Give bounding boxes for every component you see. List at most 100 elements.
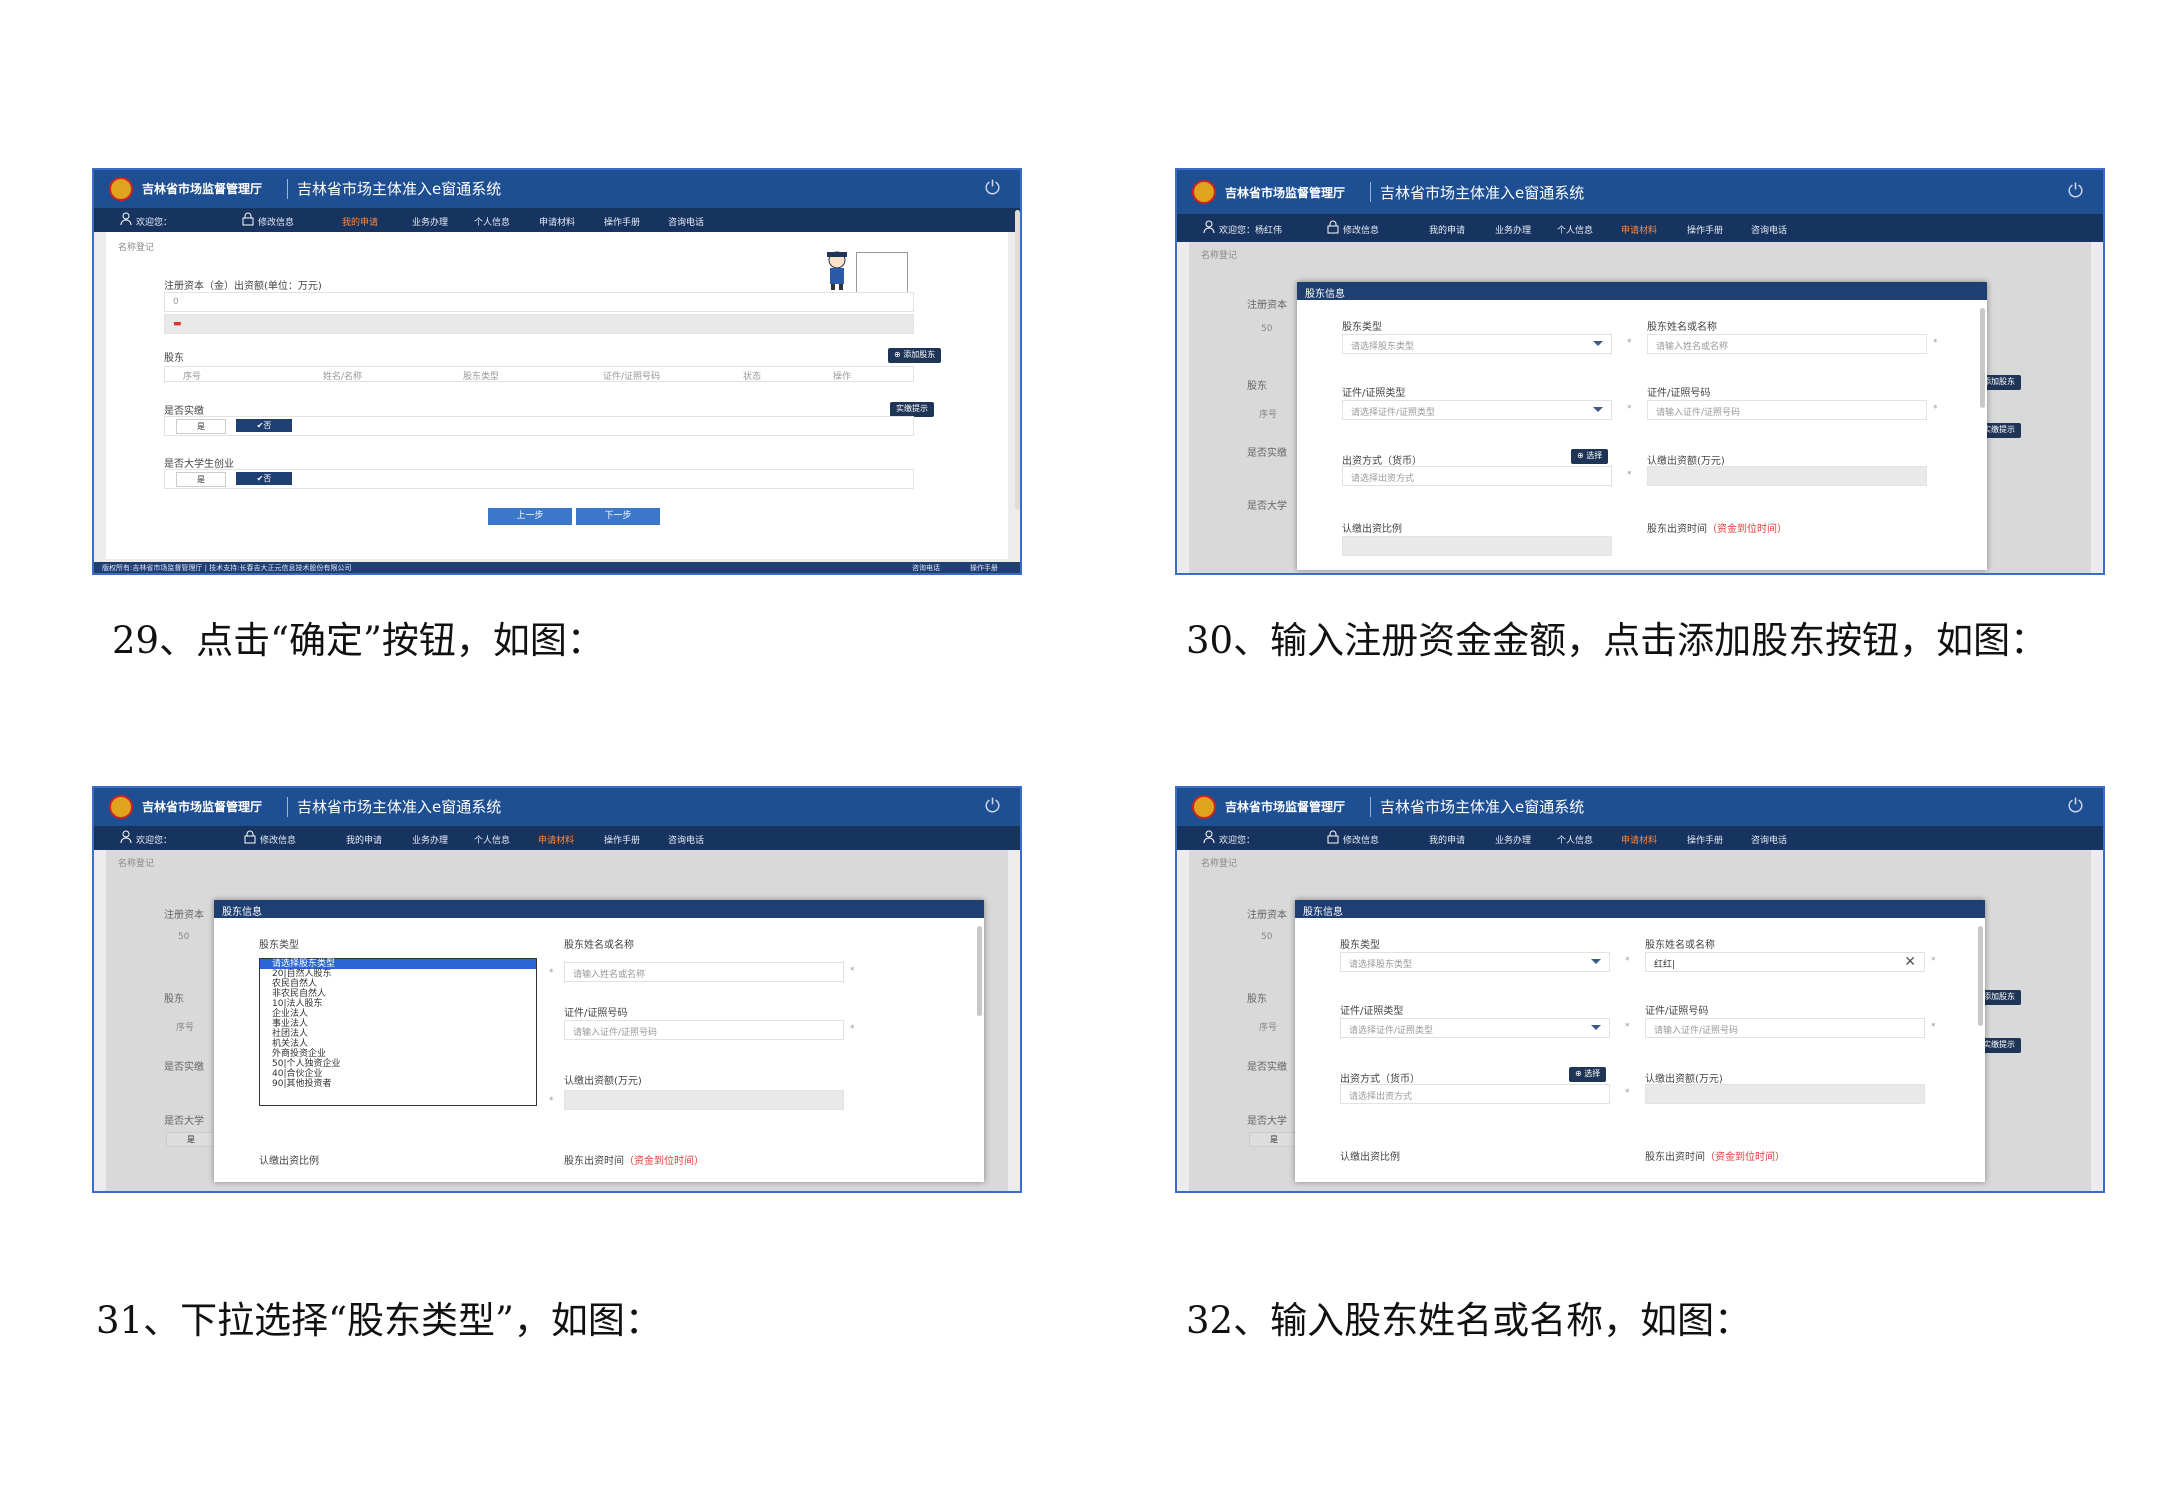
choose-button[interactable]: ⊕ 选择	[1569, 1067, 1607, 1082]
section-title: 名称登记	[118, 859, 155, 869]
nav-business[interactable]: 业务办理	[412, 215, 448, 228]
certificate-icon	[856, 252, 908, 296]
name-input[interactable]: 请输入姓名或名称	[1647, 334, 1927, 354]
name-input[interactable]: 请输入姓名或名称	[564, 962, 844, 982]
footer-consult[interactable]: 咨询电话	[912, 563, 940, 573]
cert-type-select[interactable]: 请选择证件/证照类型	[1340, 1018, 1610, 1038]
cert-no-input[interactable]: 请输入证件/证照号码	[564, 1020, 844, 1040]
type-option[interactable]: 请选择股东类型	[260, 959, 536, 969]
capital-label: 注册资本	[1247, 910, 1287, 921]
paid-hint-button[interactable]: 实缴提示	[890, 402, 934, 417]
system-title: 吉林省市场主体准入e窗通系统	[297, 798, 502, 816]
add-shareholder-button[interactable]: ⊕ 添加股东	[888, 348, 942, 363]
nav-consult[interactable]: 咨询电话	[1751, 223, 1787, 236]
clear-icon[interactable]: ✕	[1904, 954, 1916, 970]
nav-consult[interactable]: 咨询电话	[1751, 833, 1787, 846]
student-yes-radio[interactable]: 是	[1249, 1132, 1299, 1147]
type-option[interactable]: 农民自然人	[260, 979, 536, 989]
type-select[interactable]: 请选择股东类型	[1342, 334, 1612, 354]
org-name: 吉林省市场监督管理厅	[142, 182, 263, 196]
name-input[interactable]: 红红| ✕	[1645, 952, 1925, 972]
method-label: 出资方式（货币）	[1340, 1074, 1420, 1085]
type-option[interactable]: 50|个人独资企业	[260, 1059, 536, 1069]
choose-button[interactable]: ⊕ 选择	[1571, 449, 1609, 464]
paid-no-radio[interactable]: ✔否	[236, 419, 292, 432]
nav-business[interactable]: 业务办理	[412, 833, 448, 846]
shareholder-label: 股东	[164, 353, 184, 364]
type-option[interactable]: 外商投资企业	[260, 1049, 536, 1059]
nav-manual[interactable]: 操作手册	[1687, 223, 1723, 236]
nav-materials[interactable]: 申请材料	[1621, 833, 1657, 846]
student-no-radio[interactable]: ✔否	[236, 472, 292, 485]
nav-consult[interactable]: 咨询电话	[668, 833, 704, 846]
nav-edit-info[interactable]: 修改信息	[1343, 833, 1379, 846]
nav-personal[interactable]: 个人信息	[474, 833, 510, 846]
next-step-button[interactable]: 下一步	[576, 508, 660, 525]
col-seq: 序号	[176, 1023, 195, 1033]
power-icon[interactable]: ⏻	[985, 795, 1000, 817]
app-header: 吉林省市场监督管理厅 吉林省市场主体准入e窗通系统 ⏻	[1177, 788, 2103, 826]
power-icon[interactable]: ⏻	[2068, 180, 2083, 202]
prev-step-button[interactable]: 上一步	[488, 508, 572, 525]
type-option[interactable]: 企业法人	[260, 1009, 536, 1019]
paid-yes-radio[interactable]: 是	[176, 419, 226, 434]
nav-my-apps[interactable]: 我的申请	[1429, 223, 1465, 236]
nav-manual[interactable]: 操作手册	[604, 215, 640, 228]
capital-input[interactable]: 0	[164, 292, 914, 312]
power-icon[interactable]: ⏻	[985, 177, 1000, 199]
nav-manual[interactable]: 操作手册	[1687, 833, 1723, 846]
amount-label: 认缴出资额(万元)	[1647, 456, 1725, 467]
top-nav: 欢迎您： 修改信息 我的申请 业务办理 个人信息 申请材料 操作手册 咨询电话	[94, 826, 1020, 850]
type-option[interactable]: 20|自然人股东	[260, 969, 536, 979]
time-label: 股东出资时间（资金到位时间）	[1647, 524, 1787, 535]
student-yes-radio[interactable]: 是	[176, 472, 226, 487]
form-area: 名称登记 注册资本（金）出资额(单位：万元) 0 ▬ 股东 ⊕ 添加股东 序号 …	[106, 232, 1008, 559]
cert-no-input[interactable]: 请输入证件/证照号码	[1645, 1018, 1925, 1038]
power-icon[interactable]: ⏻	[2068, 795, 2083, 817]
nav-manual[interactable]: 操作手册	[604, 833, 640, 846]
type-option[interactable]: 事业法人	[260, 1019, 536, 1029]
emblem-icon	[109, 177, 133, 201]
nav-materials[interactable]: 申请材料	[538, 833, 574, 846]
footer-manual[interactable]: 操作手册	[970, 563, 998, 573]
paid-label: 是否实缴	[164, 1062, 204, 1073]
type-option[interactable]: 机关法人	[260, 1039, 536, 1049]
nav-materials[interactable]: 申请材料	[1621, 223, 1657, 236]
nav-edit-info[interactable]: 修改信息	[258, 215, 294, 228]
ratio-label: 认缴出资比例	[259, 1156, 319, 1167]
type-select[interactable]: 请选择股东类型	[1340, 952, 1610, 972]
capital-value: 50	[1261, 324, 1273, 334]
type-option[interactable]: 非农民自然人	[260, 989, 536, 999]
method-input[interactable]: 请选择出资方式	[1340, 1084, 1610, 1104]
nav-my-apps[interactable]: 我的申请	[1429, 833, 1465, 846]
nav-my-apps[interactable]: 我的申请	[342, 215, 378, 228]
scrollbar[interactable]	[1015, 210, 1020, 510]
modal-scrollbar[interactable]	[1980, 308, 1985, 408]
nav-business[interactable]: 业务办理	[1495, 223, 1531, 236]
shareholder-label: 股东	[1247, 994, 1267, 1005]
nav-materials[interactable]: 申请材料	[539, 215, 575, 228]
nav-personal[interactable]: 个人信息	[1557, 833, 1593, 846]
cert-no-label: 证件/证照号码	[1647, 388, 1711, 399]
nav-personal[interactable]: 个人信息	[474, 215, 510, 228]
cert-type-select[interactable]: 请选择证件/证照类型	[1342, 400, 1612, 420]
student-label: 是否大学	[1247, 1116, 1287, 1127]
type-option[interactable]: 40|合伙企业	[260, 1069, 536, 1079]
modal-scrollbar[interactable]	[977, 926, 982, 1016]
type-dropdown-list[interactable]: 请选择股东类型 20|自然人股东 农民自然人 非农民自然人 10|法人股东 企业…	[259, 958, 537, 1106]
nav-consult[interactable]: 咨询电话	[668, 215, 704, 228]
method-input[interactable]: 请选择出资方式	[1342, 466, 1612, 486]
type-option[interactable]: 90|其他投资者	[260, 1079, 536, 1089]
type-option[interactable]: 10|法人股东	[260, 999, 536, 1009]
student-yes-radio[interactable]: 是	[166, 1132, 216, 1147]
nav-edit-info[interactable]: 修改信息	[260, 833, 296, 846]
name-label: 股东姓名或名称	[1647, 322, 1717, 333]
nav-my-apps[interactable]: 我的申请	[346, 833, 382, 846]
cert-no-input[interactable]: 请输入证件/证照号码	[1647, 400, 1927, 420]
nav-business[interactable]: 业务办理	[1495, 833, 1531, 846]
type-option[interactable]: 社团法人	[260, 1029, 536, 1039]
app-header: 吉林省市场监督管理厅 吉林省市场主体准入e窗通系统 ⏻	[1177, 170, 2103, 214]
nav-edit-info[interactable]: 修改信息	[1343, 223, 1379, 236]
modal-scrollbar[interactable]	[1978, 926, 1983, 1026]
nav-personal[interactable]: 个人信息	[1557, 223, 1593, 236]
